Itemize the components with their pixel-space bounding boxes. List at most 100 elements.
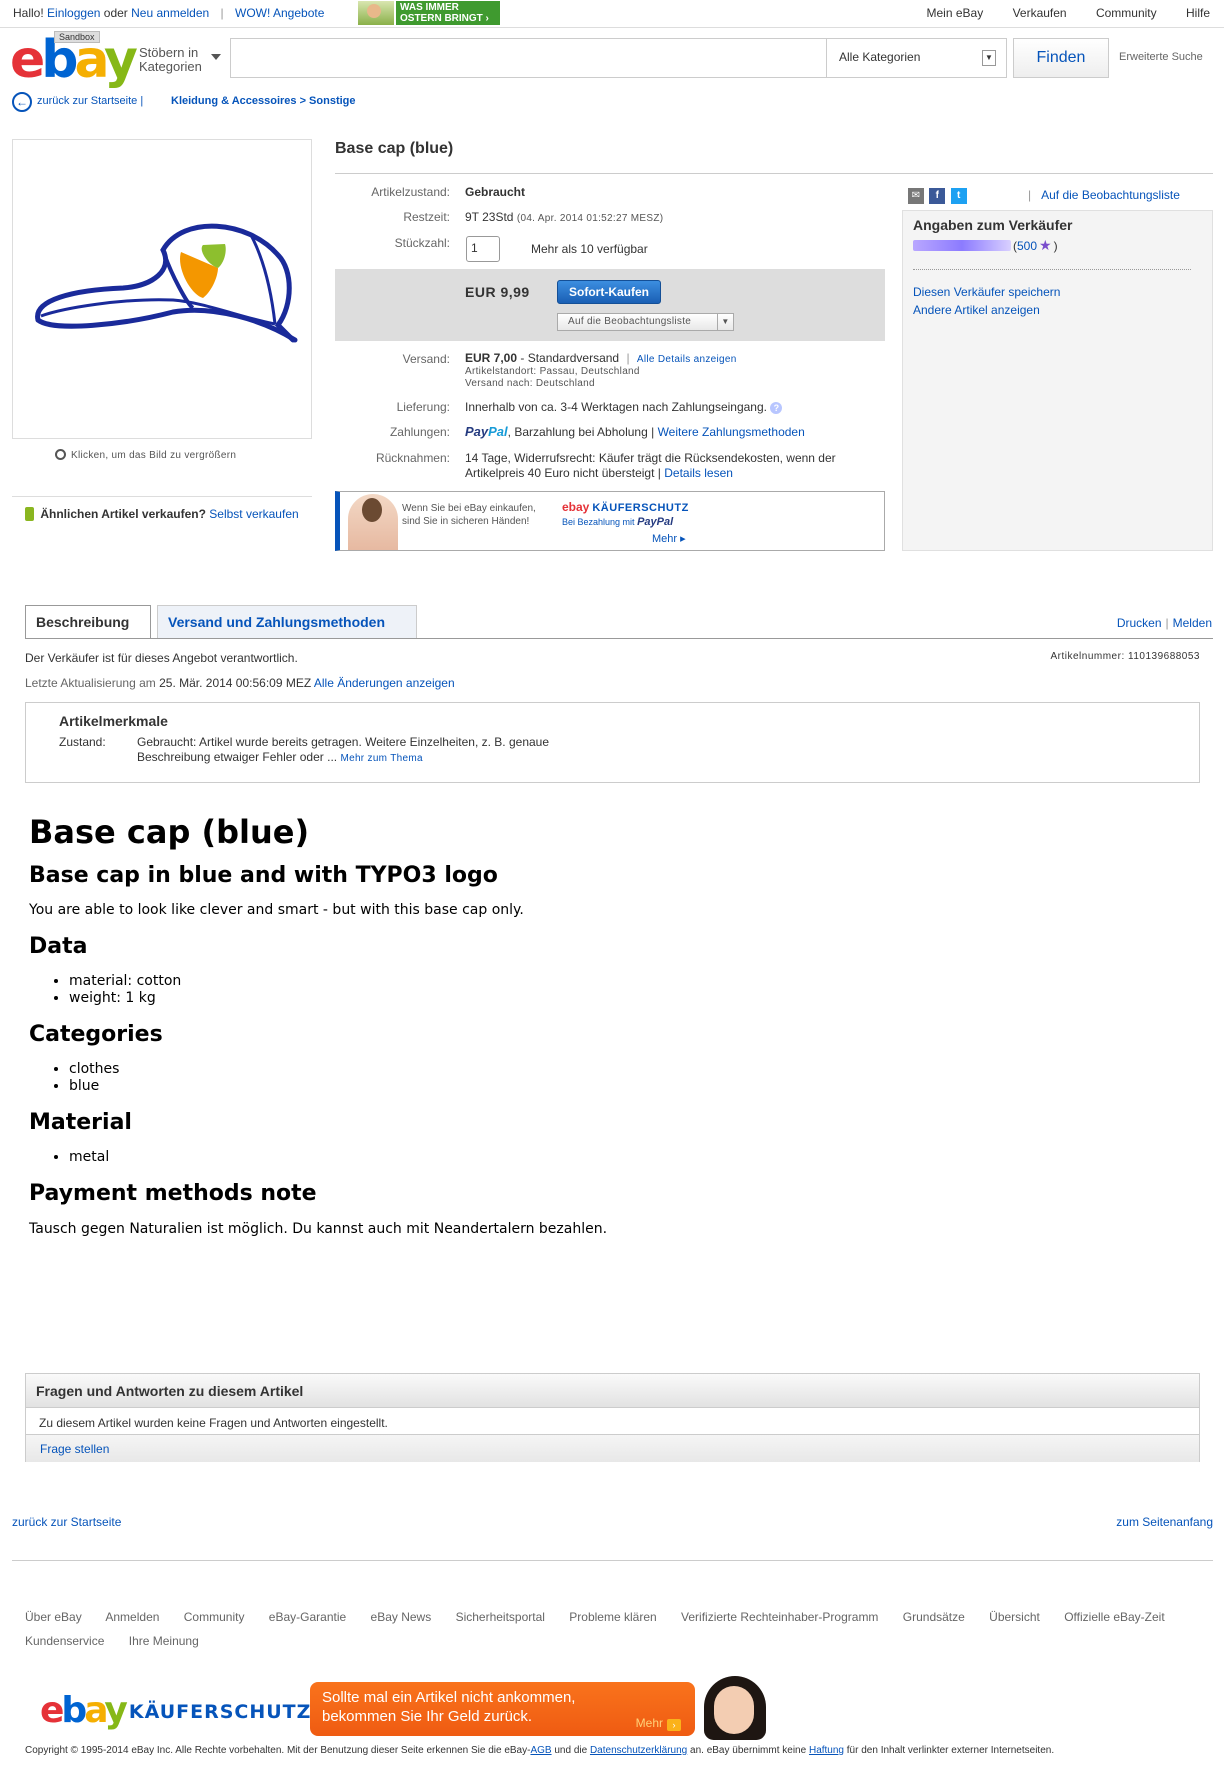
top-navigation: Mein eBay Verkaufen Community Hilfe — [901, 6, 1210, 20]
footer-link-login[interactable]: Anmelden — [105, 1610, 159, 1624]
footer-divider — [12, 1560, 1213, 1561]
liability-link[interactable]: Haftung — [809, 1745, 844, 1756]
register-link[interactable]: Neu anmelden — [131, 6, 209, 20]
category-select[interactable]: Alle Kategorien ▼ — [826, 39, 1006, 77]
search-input[interactable] — [231, 39, 826, 77]
footer-link-customer-service[interactable]: Kundenservice — [25, 1634, 104, 1648]
shipping-info: EUR 7,00 - Standardversand | Alle Detail… — [465, 352, 737, 390]
buyer-protection-footer-logo[interactable]: ebay KÄUFERSCHUTZ — [40, 1690, 311, 1731]
facebook-icon[interactable]: f — [929, 188, 946, 204]
delivery-info: Innerhalb von ca. 3-4 Werktagen nach Zah… — [465, 400, 783, 414]
quantity-input[interactable]: 1 — [466, 236, 500, 262]
nav-help[interactable]: Hilfe — [1186, 6, 1210, 20]
footer-link-news[interactable]: eBay News — [371, 1610, 432, 1624]
condition-label: Artikelzustand: — [371, 185, 450, 199]
to-top-link[interactable]: zum Seitenanfang — [1116, 1515, 1213, 1529]
watchlist-link[interactable]: Auf die Beobachtungsliste — [1040, 188, 1180, 202]
advanced-search-link[interactable]: Erweiterte Suche — [1119, 51, 1203, 63]
face-shape — [714, 1686, 754, 1734]
nav-sell[interactable]: Verkaufen — [1013, 6, 1067, 20]
other-items-link[interactable]: Andere Artikel anzeigen — [913, 303, 1040, 317]
sell-yourself-link[interactable]: Selbst verkaufen — [209, 507, 298, 521]
footer-link-overview[interactable]: Übersicht — [989, 1610, 1040, 1624]
category-select-value: Alle Kategorien — [839, 50, 921, 64]
shipping-details-link[interactable]: Alle Details anzeigen — [637, 354, 737, 365]
add-to-watchlist-button[interactable]: Auf die Beobachtungsliste ▼ — [557, 313, 734, 331]
back-to-home-link[interactable]: zurück zur Startseite — [12, 1515, 121, 1529]
easter-promo-banner[interactable]: WAS IMMER OSTERN BRINGT › — [358, 1, 502, 25]
footer-link-feedback[interactable]: Ihre Meinung — [129, 1634, 199, 1648]
banner-woman-image — [348, 494, 398, 550]
footer-link-community[interactable]: Community — [184, 1610, 245, 1624]
categories-list: clothes blue — [29, 1061, 1129, 1095]
footer-link-policies[interactable]: Grundsätze — [903, 1610, 965, 1624]
email-share-icon[interactable]: ✉ — [908, 188, 924, 204]
promo-text: WAS IMMER OSTERN BRINGT › — [396, 1, 500, 25]
list-item: weight: 1 kg — [69, 990, 1129, 1007]
nav-my-ebay[interactable]: Mein eBay — [927, 6, 984, 20]
money-back-more-link[interactable]: Mehr › — [636, 1714, 681, 1733]
item-image[interactable] — [12, 139, 312, 439]
categories-heading: Categories — [29, 1022, 163, 1047]
footer-link-resolve[interactable]: Probleme klären — [569, 1610, 656, 1624]
copyright-text: und die — [551, 1745, 590, 1756]
all-changes-link[interactable]: Alle Änderungen anzeigen — [314, 676, 455, 690]
seller-responsibility-text: Der Verkäufer ist für dieses Angebot ver… — [25, 651, 298, 665]
save-seller-link[interactable]: Diesen Verkäufer speichern — [913, 285, 1060, 299]
logo-letter-a: a — [84, 1690, 107, 1731]
tab-description[interactable]: Beschreibung — [25, 605, 151, 639]
seller-name-redacted[interactable] — [913, 240, 1011, 251]
feedback-score-link[interactable]: 500 — [1017, 239, 1037, 253]
print-link[interactable]: Drucken — [1117, 616, 1162, 630]
buy-now-button[interactable]: Sofort-Kaufen — [557, 280, 661, 304]
footer-link-official-time[interactable]: Offizielle eBay-Zeit — [1064, 1610, 1164, 1624]
footer-link-vero[interactable]: Verifizierte Rechteinhaber-Programm — [681, 1610, 878, 1624]
promo-image — [358, 1, 394, 25]
footer-link-guarantee[interactable]: eBay-Garantie — [269, 1610, 346, 1624]
category-path-link[interactable]: Kleidung & Accessoires > Sonstige — [171, 95, 356, 107]
find-button[interactable]: Finden — [1013, 38, 1109, 78]
buyer-protection-title: KÄUFERSCHUTZ — [592, 502, 689, 514]
buyer-protection-logo: ebay KÄUFERSCHUTZ — [562, 500, 689, 514]
payment-label: Zahlungen: — [389, 425, 450, 439]
ships-to: Versand nach: Deutschland — [465, 378, 595, 389]
report-link[interactable]: Melden — [1173, 616, 1212, 630]
chevron-down-icon — [211, 54, 221, 60]
list-item: metal — [69, 1149, 1129, 1166]
money-back-banner[interactable]: Sollte mal ein Artikel nicht ankommen, b… — [310, 1682, 695, 1736]
ebay-logo[interactable]: ebay Sandbox — [10, 31, 138, 86]
banner-text-line-2: sind Sie in sicheren Händen! — [402, 516, 530, 527]
privacy-link[interactable]: Datenschutzerklärung — [590, 1745, 687, 1756]
dropdown-arrow-icon[interactable]: ▼ — [717, 314, 733, 330]
banner-text-line-1: Wenn Sie bei eBay einkaufen, — [402, 503, 536, 514]
help-icon[interactable]: ? — [770, 402, 783, 414]
terms-link[interactable]: AGB — [530, 1745, 551, 1756]
banner-more-link[interactable]: Mehr ▸ — [652, 532, 686, 545]
tab-divider — [25, 638, 1213, 639]
browse-categories-button[interactable]: Stöbern in Kategorien — [139, 46, 221, 74]
wow-deals-link[interactable]: WOW! Angebote — [235, 6, 324, 20]
more-payment-methods-link[interactable]: Weitere Zahlungsmethoden — [658, 425, 805, 439]
nav-community[interactable]: Community — [1096, 6, 1157, 20]
description-subtitle: Base cap in blue and with TYPO3 logo — [29, 863, 498, 888]
login-link[interactable]: Einloggen — [47, 6, 100, 20]
back-to-home-link[interactable]: zurück zur Startseite | — [37, 95, 143, 107]
back-arrow-icon[interactable]: ← — [12, 92, 32, 112]
returns-details-link[interactable]: Details lesen — [664, 466, 733, 480]
twitter-icon[interactable]: t — [950, 188, 967, 204]
last-update: Letzte Aktualisierung am 25. Mär. 2014 0… — [25, 676, 455, 690]
item-specifics-box: Artikelmerkmale Zustand: Gebraucht: Arti… — [25, 702, 1200, 783]
buyer-protection-banner[interactable]: Wenn Sie bei eBay einkaufen, sind Sie in… — [335, 491, 885, 551]
copyright-text: an. eBay übernimmt keine — [687, 1745, 809, 1756]
shipping-type: - Standardversand — [517, 351, 620, 365]
footer-link-security[interactable]: Sicherheitsportal — [456, 1610, 545, 1624]
seller-info-box: Angaben zum Verkäufer (500 ★) Diesen Verk… — [902, 210, 1213, 551]
more-on-topic-link[interactable]: Mehr zum Thema — [340, 753, 422, 764]
ask-question-link[interactable]: Frage stellen — [26, 1434, 1199, 1462]
returns-text: 14 Tage, Widerrufsrecht: Käufer trägt di… — [465, 451, 836, 480]
condition-key: Zustand: — [59, 735, 106, 749]
tab-shipping-payment[interactable]: Versand und Zahlungsmethoden — [157, 605, 417, 638]
logo-letter-e: e — [40, 1690, 64, 1731]
zoom-hint[interactable]: Klicken, um das Bild zu vergrößern — [55, 449, 236, 461]
footer-link-about[interactable]: Über eBay — [25, 1610, 82, 1624]
